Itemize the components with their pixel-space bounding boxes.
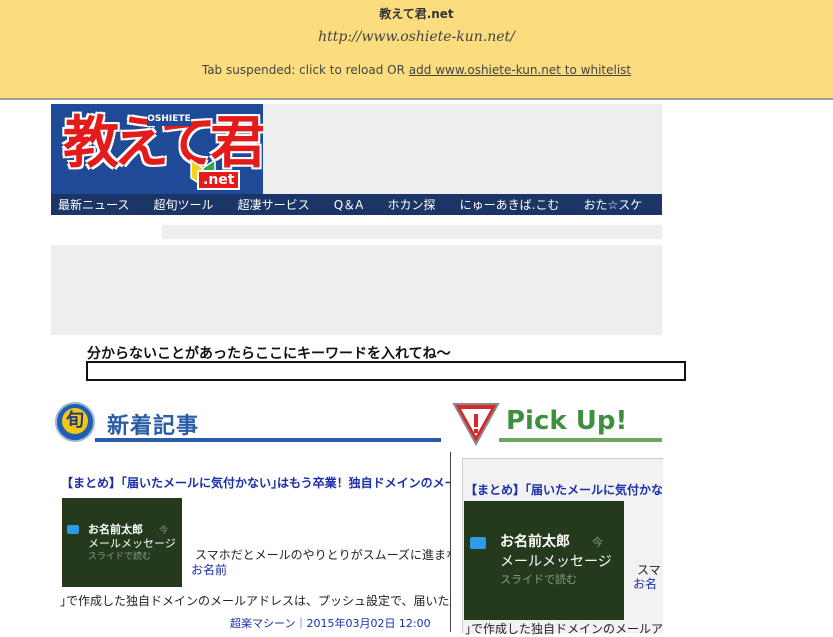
nav-item-services[interactable]: 超凄サービス [231, 195, 310, 215]
shun-icon-label: 旬 [62, 408, 88, 434]
main-nav: 最新ニュース 超旬ツール 超凄サービス Q＆A ホカン探 にゅーあきば.こむ お… [51, 194, 662, 215]
pickup-heading: Pick Up! [451, 400, 662, 446]
column-divider [450, 452, 451, 632]
nav-item-more[interactable]: あ [659, 195, 662, 215]
thumb-sender: お名前太郎 [500, 534, 570, 550]
thumb-time: 今 [592, 536, 603, 549]
nav-item-hokan[interactable]: ホカン探 [380, 195, 435, 215]
shun-icon: 旬 [55, 402, 95, 442]
pickup-thumbnail[interactable]: お名前太郎 今 メールメッセージ スライドで読む [464, 501, 624, 620]
article-byline[interactable]: 超楽マシーン｜2015年03月02日 12:00 [230, 615, 431, 631]
mail-icon [470, 537, 486, 549]
nav-item-qa[interactable]: Q＆A [327, 195, 364, 215]
nav-item-akiba[interactable]: にゅーあきば.こむ [453, 195, 560, 215]
nav-item-news[interactable]: 最新ニュース [51, 195, 129, 215]
pickup-title-link[interactable]: 【まとめ】｢届いたメールに気付かな [465, 481, 662, 498]
article-side-link[interactable]: お名前 [191, 561, 227, 578]
pickup-side-link[interactable]: お名 [633, 575, 662, 592]
pickup-excerpt: ｣で作成した独自ドメインのメールアド [465, 622, 662, 636]
thumb-slide: スライドで読む [88, 552, 152, 562]
attention-sign-icon [452, 403, 500, 446]
article-side-text: スマホだとメールのやりとりがスムーズに進まな [195, 548, 450, 562]
ad-strip [162, 225, 662, 239]
whitelist-link[interactable]: add www.oshiete-kun.net to whitelist [409, 63, 631, 77]
search-input[interactable] [86, 361, 686, 381]
nav-item-tools[interactable]: 超旬ツール [147, 195, 214, 215]
banner-title: 教えて君.net [379, 7, 454, 21]
pickup-title: Pick Up! [506, 406, 628, 436]
logo-badge: OSHIETE [147, 112, 191, 126]
article-thumbnail[interactable]: お名前太郎 今 メールメッセージ スライドで読む [62, 498, 182, 587]
ad-banner-top [263, 104, 662, 194]
search-label: 分からないことがあったらここにキーワードを入れてね～ [87, 346, 451, 362]
mail-icon [67, 525, 79, 534]
new-articles-heading: 旬 新着記事 [55, 400, 441, 444]
thumb-message: メールメッセージ [500, 554, 612, 570]
suspended-banner[interactable]: 教えて君.net http://www.oshiete-kun.net/ Tab… [0, 0, 833, 100]
thumb-slide: スライドで読む [500, 573, 577, 586]
article-title-link[interactable]: 【まとめ】｢届いたメールに気付かない｣はもう卒業！独自ドメインのメー [61, 474, 450, 491]
banner-message: Tab suspended: click to reload OR add ww… [0, 63, 833, 77]
new-articles-title: 新着記事 [107, 414, 200, 439]
article-excerpt: ｣で作成した独自ドメインのメールアドレスは、プッシュ設定で、届いた瞬 [60, 594, 450, 608]
ad-banner-large [51, 245, 662, 335]
banner-url: http://www.oshiete-kun.net/ [318, 29, 515, 45]
site-logo[interactable]: 教えて君 OSHIETE .net [51, 104, 263, 196]
logo-net-suffix: .net [197, 170, 241, 190]
banner-message-text: Tab suspended: click to reload OR [201, 63, 405, 77]
nav-item-otasuke[interactable]: おた☆スケ [577, 195, 643, 215]
pickup-rule [499, 438, 662, 442]
